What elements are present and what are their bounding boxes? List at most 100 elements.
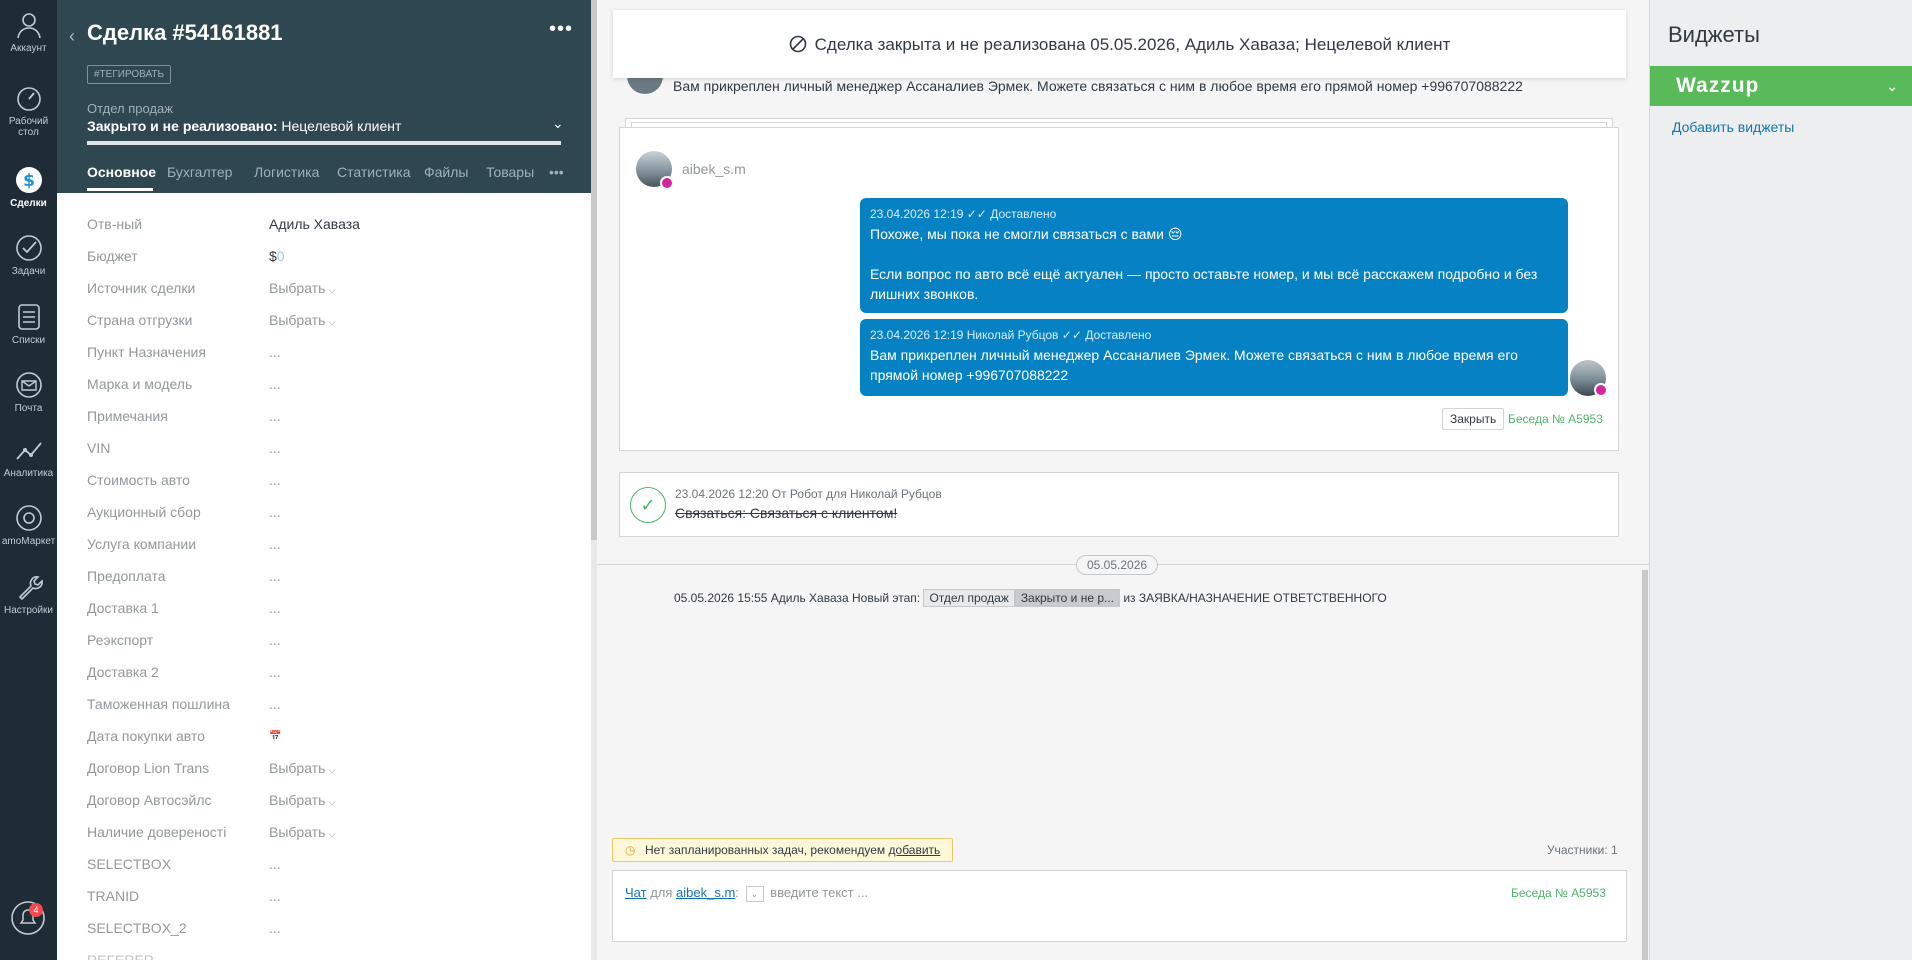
tag-button[interactable]: #ТЕГИРОВАТЬ xyxy=(87,65,172,84)
composer-recipient-link[interactable]: aibek_s.m xyxy=(676,885,735,900)
field-auction-fee[interactable]: Аукционный сбор... xyxy=(87,498,567,530)
chat-message: 23.04.2026 12:19 ✓✓ Доставлено Похоже, м… xyxy=(860,198,1568,313)
tabs-more-icon[interactable]: ••• xyxy=(549,164,564,180)
field-destination[interactable]: Пункт Назначения... xyxy=(87,338,567,370)
tab-accounting[interactable]: Бухгалтер xyxy=(167,164,237,180)
field-selectbox-2[interactable]: SELECTBOX_2... xyxy=(87,914,567,946)
nav-label: Аккаунт xyxy=(10,43,47,54)
tab-files[interactable]: Файлы xyxy=(424,164,468,180)
field-contract-lion-trans[interactable]: Договор Lion Trans Выбрать ⌵ xyxy=(87,754,567,786)
field-tranid[interactable]: TRANID... xyxy=(87,882,567,914)
participants-count[interactable]: Участники: 1 xyxy=(1547,843,1618,857)
back-arrow-icon[interactable]: ‹ xyxy=(69,26,75,47)
stage-select[interactable]: Закрыто и не реализовано: Нецелевой клие… xyxy=(87,118,401,134)
calendar-icon[interactable]: 📅 xyxy=(269,731,281,742)
field-customs-duty[interactable]: Таможенная пошлина... xyxy=(87,690,567,722)
deal-title[interactable]: Сделка #54161881 xyxy=(87,20,283,46)
select-text: Выбрать xyxy=(269,312,326,328)
composer-input[interactable]: введите текст ... xyxy=(770,885,868,900)
budget-amount: 0 xyxy=(276,248,285,264)
chat-user-name[interactable]: aibek_s.m xyxy=(682,161,746,177)
nav-tasks[interactable]: Задачи xyxy=(0,233,57,277)
field-country[interactable]: Страна отгрузки Выбрать ⌵ xyxy=(87,306,567,338)
field-referer[interactable]: REFERER xyxy=(87,946,567,960)
field-value[interactable]: ... xyxy=(269,504,281,520)
field-delivery-2[interactable]: Доставка 2... xyxy=(87,658,567,690)
dashboard-icon xyxy=(16,87,41,111)
nav-lists[interactable]: Списки xyxy=(0,302,57,346)
select-text: Выбрать xyxy=(269,792,326,808)
field-value[interactable]: ... xyxy=(269,696,281,712)
field-prepayment[interactable]: Предоплата... xyxy=(87,562,567,594)
field-label: Отв-ный xyxy=(87,216,143,232)
field-purchase-date[interactable]: Дата покупки авто 📅 xyxy=(87,722,567,754)
field-responsible[interactable]: Отв-ный Адиль Хаваза xyxy=(87,210,567,242)
field-value[interactable]: $0 xyxy=(269,248,285,264)
field-value[interactable]: ... xyxy=(269,632,281,648)
field-label: Наличие довереності xyxy=(87,824,227,840)
more-icon[interactable]: ••• xyxy=(549,18,573,41)
notification-badge: 4 xyxy=(29,903,43,917)
field-delivery-1[interactable]: Доставка 1... xyxy=(87,594,567,626)
tab-logistics[interactable]: Логистика xyxy=(254,164,319,180)
field-value[interactable]: ... xyxy=(269,408,281,424)
nav-mail[interactable]: Почта xyxy=(0,370,57,414)
composer-mode-link[interactable]: Чат xyxy=(625,885,647,900)
field-value[interactable]: Выбрать ⌵ xyxy=(269,312,336,328)
field-label: SELECTBOX_2 xyxy=(87,920,187,936)
prohibited-icon xyxy=(789,35,806,53)
field-reexport[interactable]: Реэкспорт... xyxy=(87,626,567,658)
field-make-model[interactable]: Марка и модель... xyxy=(87,370,567,402)
tab-statistics[interactable]: Статистика xyxy=(337,164,411,180)
field-value[interactable]: ... xyxy=(269,440,281,456)
field-company-service[interactable]: Услуга компании... xyxy=(87,530,567,562)
field-value[interactable]: ... xyxy=(269,344,281,360)
nav-market[interactable]: amoМаркет xyxy=(0,503,57,547)
nav-deals[interactable]: $ Сделки xyxy=(0,165,57,209)
field-value[interactable]: Выбрать ⌵ xyxy=(269,792,336,808)
add-widgets-link[interactable]: Добавить виджеты xyxy=(1672,119,1794,135)
nav-label: Почта xyxy=(14,403,43,414)
stage-change-event: 05.05.2026 15:55 Адиль Хаваза Новый этап… xyxy=(674,589,1387,607)
field-value[interactable]: ... xyxy=(269,920,281,936)
message-composer[interactable]: Чат для aibek_s.m: ⌄ введите текст ... Б… xyxy=(612,870,1627,942)
nav-analytics[interactable]: Аналитика xyxy=(0,435,57,479)
field-value[interactable]: ... xyxy=(269,888,281,904)
feed-scrollbar-thumb[interactable] xyxy=(1642,570,1648,960)
field-value[interactable]: ... xyxy=(269,568,281,584)
chevron-down-icon: ⌵ xyxy=(328,317,336,328)
composer-conversation-link[interactable]: Беседа № А5953 xyxy=(1511,886,1606,900)
conversation-link[interactable]: Беседа № А5953 xyxy=(1508,412,1603,426)
select-text: Выбрать xyxy=(269,280,326,296)
chevron-down-icon[interactable]: ⌄ xyxy=(1886,66,1899,106)
field-value[interactable]: ... xyxy=(269,376,281,392)
chevron-down-icon[interactable]: ⌄ xyxy=(745,885,764,902)
field-value[interactable]: ... xyxy=(269,664,281,680)
nav-settings[interactable]: Настройки xyxy=(0,572,57,616)
field-value[interactable]: ... xyxy=(269,536,281,552)
widgets-title: Виджеты xyxy=(1668,22,1760,47)
field-value[interactable]: ... xyxy=(269,472,281,488)
nav-account[interactable]: Аккаунт xyxy=(0,10,57,54)
close-conversation-button[interactable]: Закрыть xyxy=(1442,408,1505,430)
field-budget[interactable]: Бюджет $0 xyxy=(87,242,567,274)
field-value[interactable]: ... xyxy=(269,856,281,872)
nav-dashboard[interactable]: Рабочий стол xyxy=(0,83,57,138)
field-source[interactable]: Источник сделки Выбрать ⌵ xyxy=(87,274,567,306)
field-value[interactable]: Адиль Хаваза xyxy=(269,216,360,232)
field-contract-autosales[interactable]: Договор Автосэйлс Выбрать ⌵ xyxy=(87,786,567,818)
wazzup-widget[interactable]: Wazzup ⌄ xyxy=(1650,66,1912,106)
chevron-down-icon[interactable]: ⌄ xyxy=(552,115,564,132)
field-selectbox[interactable]: SELECTBOX... xyxy=(87,850,567,882)
field-value[interactable]: Выбрать ⌵ xyxy=(269,824,336,840)
tab-main[interactable]: Основное xyxy=(87,164,156,180)
add-task-link[interactable]: добавить xyxy=(889,843,941,857)
field-car-price[interactable]: Стоимость авто... xyxy=(87,466,567,498)
field-vin[interactable]: VIN... xyxy=(87,434,567,466)
tab-products[interactable]: Товары xyxy=(486,164,534,180)
field-notes[interactable]: Примечания... xyxy=(87,402,567,434)
field-value[interactable]: Выбрать ⌵ xyxy=(269,280,336,296)
field-value[interactable]: ... xyxy=(269,600,281,616)
field-power-of-attorney[interactable]: Наличие довереності Выбрать ⌵ xyxy=(87,818,567,850)
field-value[interactable]: Выбрать ⌵ xyxy=(269,760,336,776)
